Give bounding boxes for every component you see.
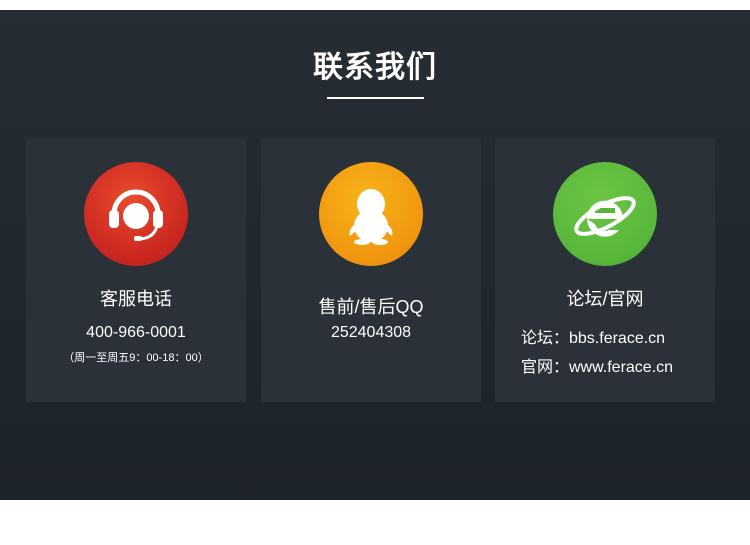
forum-link[interactable]: 论坛：bbs.ferace.cn (521, 324, 665, 348)
card-web: 论坛/官网 论坛：bbs.ferace.cn 官网：www.ferace.cn (495, 138, 715, 402)
card-phone: 客服电话 400-966-0001 （周一至周五9：00-18：00） (26, 138, 246, 402)
card-qq: 售前/售后QQ 252404308 (261, 138, 481, 402)
title-underline (327, 97, 424, 99)
internet-explorer-icon (553, 162, 657, 266)
contact-section: 联系我们 客服电话 400-966-0001 （周一至周五9：00-18：00） (0, 10, 750, 500)
headset-icon (84, 162, 188, 266)
website-link[interactable]: 官网：www.ferace.cn (521, 353, 673, 377)
phone-number[interactable]: 400-966-0001 (26, 324, 246, 342)
card-qq-label: 售前/售后QQ (318, 297, 424, 317)
service-hours: （周一至周五9：00-18：00） (63, 352, 209, 364)
card-phone-label: 客服电话 (100, 289, 172, 309)
card-web-label: 论坛/官网 (566, 289, 644, 309)
qq-number[interactable]: 252404308 (261, 324, 481, 342)
qq-penguin-icon (319, 162, 423, 266)
section-title: 联系我们 (313, 51, 437, 84)
